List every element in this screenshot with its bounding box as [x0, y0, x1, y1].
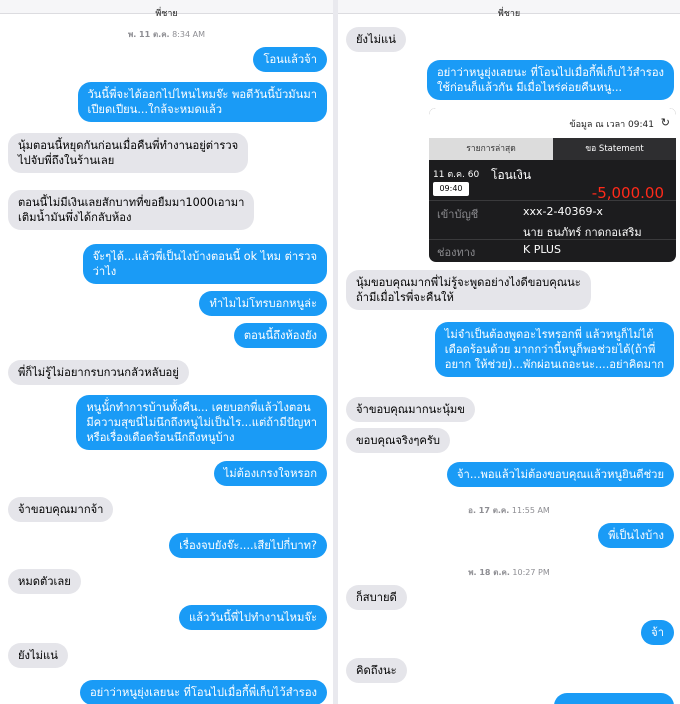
channel-label: ช่องทาง [437, 246, 476, 259]
account-number: xxx-2-40369-x [523, 205, 603, 218]
message-outgoing[interactable]: จ๊ะๆได้...แล้วพี่เป็นไงบ้างตอนนี้ ok ไหม… [82, 244, 327, 284]
bank-as-of: ข้อมูล ณ เวลา 09:41 [569, 120, 654, 130]
message-outgoing[interactable]: ไม่จำเป็นต้องพูดอะไรหรอกพี่ แล้วหนูก็ไม่… [434, 322, 674, 377]
right-chat-panel: พี่ชาย ยังไม่แน่ อย่าว่าหนูยุ่งเลยนะ ที่… [338, 0, 680, 704]
contact-name: พี่ชาย [497, 9, 521, 19]
message-outgoing[interactable]: อย่าว่าหนูยุ่งเลยนะ ที่โอนไปเมื่อกี้พี่เ… [426, 60, 674, 100]
message-incoming[interactable]: หมดตัวเลย [8, 569, 81, 594]
message-incoming[interactable]: ก็สบายดี [346, 585, 407, 610]
message-outgoing[interactable]: เรื่องจบยังจ๊ะ....เสียไปกี่บาท? [169, 533, 327, 558]
message-incoming[interactable]: ขอบคุณจริงๆครับ [346, 428, 450, 453]
message-outgoing[interactable]: โอนแล้วจ้า [253, 47, 327, 72]
timestamp: พ. 18 ต.ค. 10:27 PM [468, 568, 550, 577]
message-incoming[interactable]: นุ้มขอบคุณมากพี่ไม่รู้จะพูดอย่างไงดีขอบค… [346, 270, 591, 310]
message-outgoing[interactable]: ตอนนี้ถึงห้องยัง [233, 323, 327, 348]
message-outgoing[interactable]: วันนี้พี่จะได้ออกไปไหนไหมจ๊ะ พอดีวันนี้บ… [77, 82, 327, 122]
tab-recent: รายการล่าสุด [429, 138, 553, 160]
transaction-date: 11 ต.ค. 60 [433, 170, 480, 180]
message-incoming[interactable]: ยังไม่แน่ [346, 27, 406, 52]
message-incoming[interactable]: พี่ก็ไม่รู้ไม่อยากรบกวนกลัวหลับอยู่ [8, 360, 189, 385]
left-chat-panel: พี่ชาย พ. 11 ต.ค. 8:34 AM โอนแล้วจ้า วัน… [0, 0, 333, 704]
message-incoming[interactable]: นุ้มตอนนี้หยุดกันก่อนเมื่อคืนพี่ทำงานอยู… [8, 133, 249, 173]
refresh-icon: ↻ [660, 116, 670, 129]
transaction-type: โอนเงิน [491, 168, 532, 182]
bank-transfer-screenshot[interactable]: ข้อมูล ณ เวลา 09:41 ↻ รายการล่าสุด ขอ St… [429, 108, 676, 262]
tab-statement: ขอ Statement [553, 138, 676, 160]
contact-name: พี่ชาย [155, 9, 178, 19]
to-account-label: เข้าบัญชี [437, 208, 479, 221]
transaction-time: 09:40 [433, 182, 469, 196]
message-incoming[interactable]: ตอนนี้ไม่มีเงินเลยสักบาทที่ขอยืมมา1000เอ… [8, 190, 255, 230]
message-incoming[interactable]: จ้าขอบคุณมากจ้า [8, 497, 114, 522]
message-outgoing[interactable]: อย่าว่าหนูยุ่งเลยนะ ที่โอนไปเมื่อกี้พี่เ… [79, 680, 327, 704]
message-outgoing[interactable]: ไม่ต้องเกรงใจหรอก [213, 461, 327, 486]
message-incoming[interactable]: ยังไม่แน่ [8, 643, 68, 668]
timestamp: อ. 17 ต.ค. 11:55 AM [468, 506, 550, 515]
message-outgoing[interactable]: หนูนั้่กทำการบ้านทั้งคืน... เคยบอกพี่แล้… [76, 395, 327, 450]
message-outgoing[interactable]: ทำไมไม่โทรบอกหนูล่ะ [199, 291, 327, 316]
message-outgoing[interactable]: จ้า [641, 620, 674, 645]
chat-header: พี่ชาย [0, 0, 333, 19]
message-outgoing[interactable]: พี่เป็นไงบ้าง [598, 523, 674, 548]
message-outgoing[interactable]: แล้ววันนี้พี่ไปทำงานไหมจ๊ะ [178, 605, 327, 630]
message-outgoing-partial[interactable] [554, 693, 674, 704]
chat-header: พี่ชาย [338, 0, 680, 19]
message-incoming[interactable]: จ้าขอบคุณมากนะนุ้มข [346, 397, 475, 422]
message-incoming[interactable]: คิดถึงนะ [346, 658, 407, 683]
channel-value: K PLUS [523, 243, 561, 256]
timestamp: พ. 11 ต.ค. 8:34 AM [127, 30, 206, 39]
message-outgoing[interactable]: จ้า...พอแล้วไม่ต้องขอบคุณแล้วหนูยินดีช่ว… [447, 462, 674, 487]
